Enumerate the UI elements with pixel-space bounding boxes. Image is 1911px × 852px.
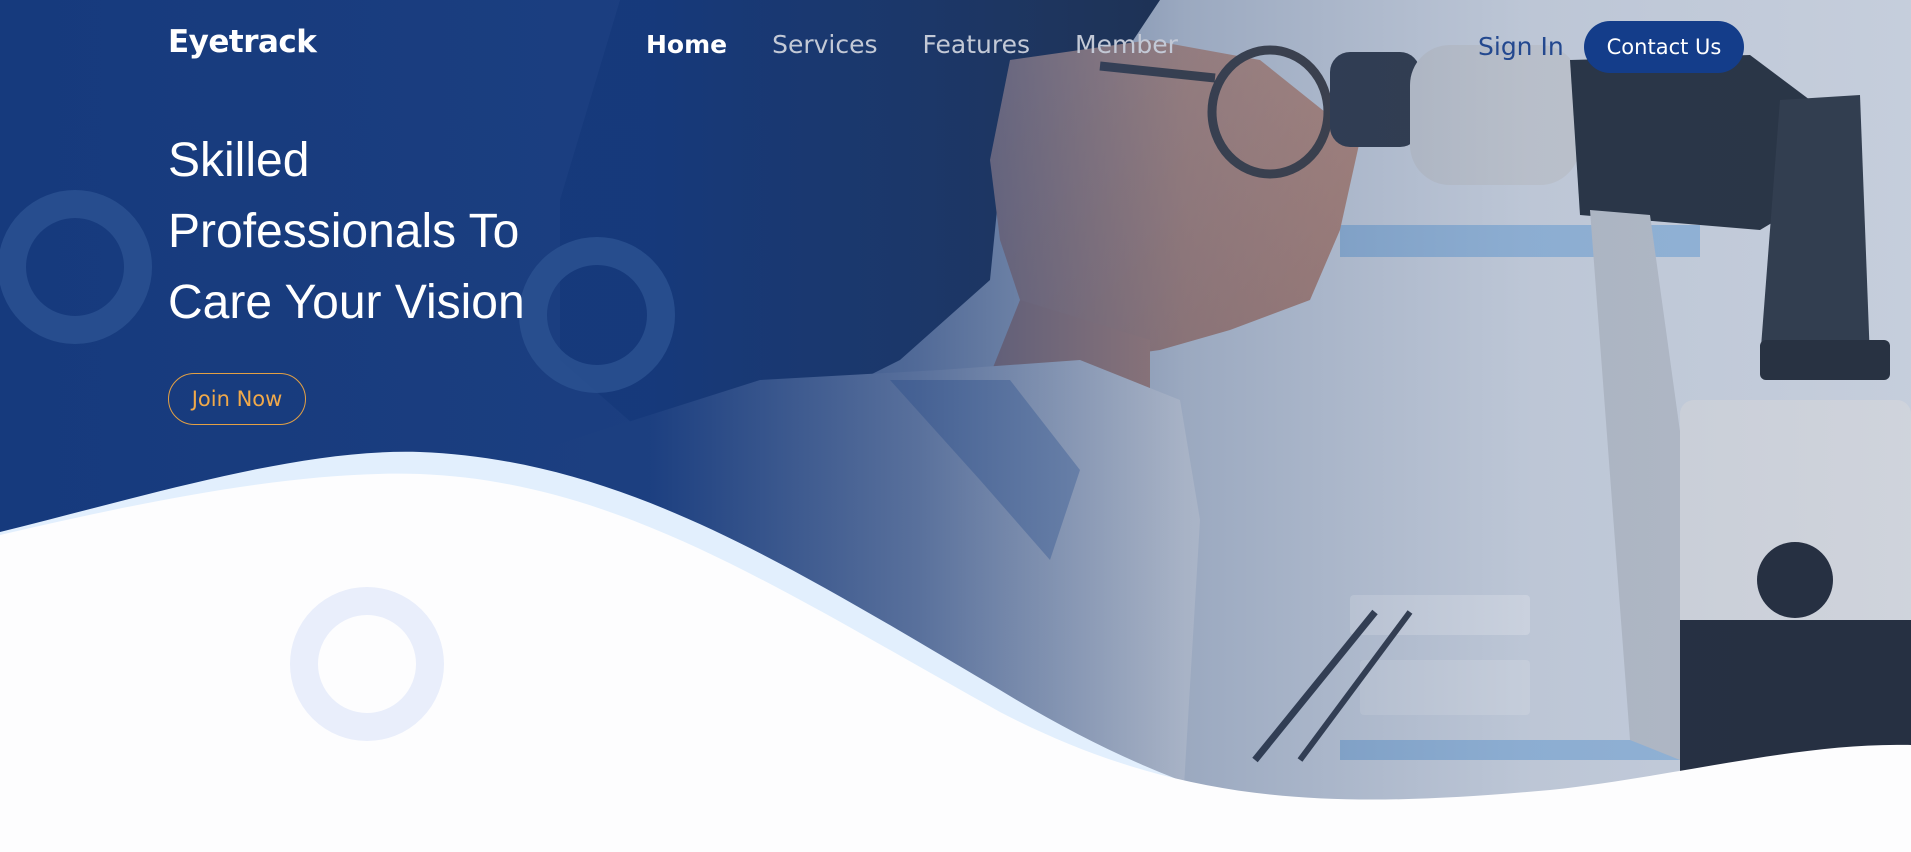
hero-title: Skilled Professionals To Care Your Visio… [168, 125, 628, 338]
sign-in-link[interactable]: Sign In [1478, 32, 1564, 61]
nav-item-home[interactable]: Home [646, 30, 727, 59]
hero-title-line: Skilled [168, 134, 310, 187]
nav-item-features[interactable]: Features [923, 30, 1031, 59]
main-nav: Home Services Features Member [646, 30, 1178, 59]
brand-logo[interactable]: Eyetrack [168, 24, 317, 60]
contact-us-button[interactable]: Contact Us [1584, 21, 1744, 73]
join-now-button[interactable]: Join Now [168, 373, 306, 425]
nav-item-member[interactable]: Member [1075, 30, 1178, 59]
navbar: Eyetrack Home Services Features Member S… [0, 0, 1911, 95]
hero-title-line: Professionals To [168, 205, 520, 258]
hero-title-line: Care Your Vision [168, 276, 525, 329]
nav-item-services[interactable]: Services [772, 30, 877, 59]
